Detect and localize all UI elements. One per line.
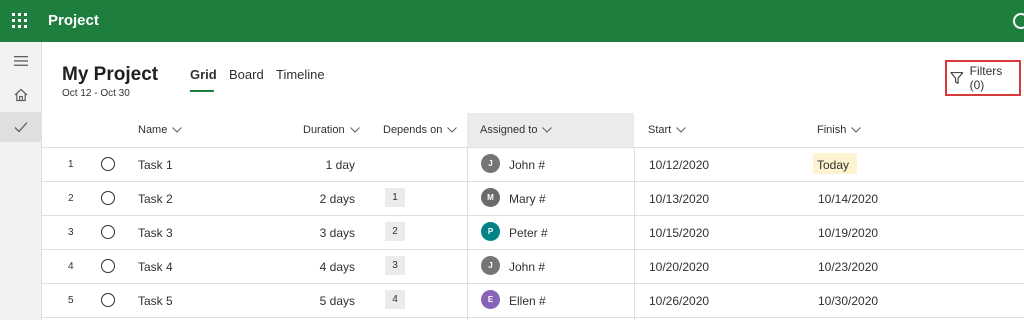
- home-nav-button[interactable]: [0, 80, 41, 110]
- assignee-name[interactable]: Peter #: [509, 226, 548, 240]
- row-divider: [42, 317, 1024, 318]
- app-launcher-icon[interactable]: [12, 13, 28, 29]
- dependency-badge[interactable]: 2: [385, 222, 405, 241]
- task-grid: Name Duration Depends on Assigned to Sta…: [42, 113, 1024, 320]
- chevron-down-icon: [447, 127, 458, 133]
- project-title: My Project: [62, 64, 159, 85]
- start-date[interactable]: 10/20/2020: [649, 260, 709, 274]
- task-duration[interactable]: 5 days: [320, 294, 355, 308]
- start-date[interactable]: 10/26/2020: [649, 294, 709, 308]
- chevron-down-icon: [349, 127, 360, 133]
- start-date[interactable]: 10/15/2020: [649, 226, 709, 240]
- complete-task-radio[interactable]: [101, 191, 115, 205]
- row-number: 3: [68, 227, 74, 238]
- avatar: J: [481, 154, 500, 173]
- chevron-down-icon: [676, 127, 687, 133]
- task-name[interactable]: Task 1: [138, 158, 173, 172]
- column-header-duration-label: Duration: [303, 124, 345, 136]
- row-number: 2: [68, 193, 74, 204]
- column-header-assigned-to-label: Assigned to: [480, 124, 538, 136]
- chevron-down-icon: [851, 127, 862, 133]
- complete-task-radio[interactable]: [101, 157, 115, 171]
- task-duration[interactable]: 1 day: [326, 158, 355, 172]
- task-duration[interactable]: 4 days: [320, 260, 355, 274]
- table-row[interactable]: 5 Task 5 5 days 4 E Ellen # 10/26/2020 1…: [42, 283, 1024, 317]
- checkmark-icon: [14, 122, 27, 133]
- column-header-finish[interactable]: Finish: [817, 124, 862, 136]
- avatar: P: [481, 222, 500, 241]
- my-tasks-nav-button[interactable]: [0, 112, 41, 142]
- filters-label: Filters (0): [969, 64, 1003, 92]
- app-title[interactable]: Project: [48, 12, 99, 29]
- column-header-name-label: Name: [138, 124, 168, 136]
- app-header-bar: Project: [0, 0, 1024, 42]
- table-row[interactable]: 3 Task 3 3 days 2 P Peter # 10/15/2020 1…: [42, 215, 1024, 249]
- column-header-start[interactable]: Start: [648, 124, 687, 136]
- finish-date[interactable]: Today: [817, 158, 849, 172]
- start-date[interactable]: 10/13/2020: [649, 192, 709, 206]
- project-dates: Oct 12 - Oct 30: [62, 88, 130, 99]
- task-duration[interactable]: 3 days: [320, 226, 355, 240]
- start-date[interactable]: 10/12/2020: [649, 158, 709, 172]
- task-name[interactable]: Task 3: [138, 226, 173, 240]
- finish-date[interactable]: 10/23/2020: [818, 260, 878, 274]
- filter-funnel-icon: [950, 72, 964, 84]
- complete-task-radio[interactable]: [101, 225, 115, 239]
- row-number: 4: [68, 261, 74, 272]
- complete-task-radio[interactable]: [101, 293, 115, 307]
- dependency-badge[interactable]: 1: [385, 188, 405, 207]
- avatar: E: [481, 290, 500, 309]
- column-header-start-label: Start: [648, 124, 672, 136]
- column-header-depends-on-label: Depends on: [383, 124, 443, 136]
- row-number: 5: [68, 295, 74, 306]
- complete-task-radio[interactable]: [101, 259, 115, 273]
- table-row[interactable]: 4 Task 4 4 days 3 J John # 10/20/2020 10…: [42, 249, 1024, 283]
- row-number: 1: [68, 159, 74, 170]
- column-header-assigned-to[interactable]: Assigned to: [480, 124, 553, 136]
- tab-board[interactable]: Board: [229, 67, 264, 82]
- assignee-name[interactable]: Ellen #: [509, 294, 546, 308]
- dependency-badge[interactable]: 3: [385, 256, 405, 275]
- dependency-badge[interactable]: 4: [385, 290, 405, 309]
- finish-date[interactable]: 10/30/2020: [818, 294, 878, 308]
- table-row[interactable]: 2 Task 2 2 days 1 M Mary # 10/13/2020 10…: [42, 181, 1024, 215]
- assignee-name[interactable]: Mary #: [509, 192, 546, 206]
- tab-grid[interactable]: Grid: [190, 67, 217, 82]
- task-duration[interactable]: 2 days: [320, 192, 355, 206]
- table-row[interactable]: 1 Task 1 1 day J John # 10/12/2020 Today: [42, 147, 1024, 181]
- chevron-down-icon: [172, 127, 183, 133]
- filters-button[interactable]: Filters (0): [945, 60, 1021, 96]
- finish-date[interactable]: 10/14/2020: [818, 192, 878, 206]
- assignee-name[interactable]: John #: [509, 158, 545, 172]
- left-nav-rail: [0, 42, 42, 320]
- column-header-finish-label: Finish: [817, 124, 847, 136]
- column-header-duration[interactable]: Duration: [303, 124, 360, 136]
- tab-timeline[interactable]: Timeline: [276, 67, 325, 82]
- assignee-name[interactable]: John #: [509, 260, 545, 274]
- task-name[interactable]: Task 2: [138, 192, 173, 206]
- column-header-depends-on[interactable]: Depends on: [383, 124, 458, 136]
- task-name[interactable]: Task 4: [138, 260, 173, 274]
- hamburger-menu-icon: [13, 56, 28, 66]
- active-tab-indicator: [190, 90, 214, 92]
- column-header-name[interactable]: Name: [138, 124, 183, 136]
- feedback-smiley-icon[interactable]: [1013, 13, 1024, 29]
- hamburger-menu-button[interactable]: [0, 46, 41, 76]
- home-icon: [14, 88, 27, 102]
- avatar: M: [481, 188, 500, 207]
- task-name[interactable]: Task 5: [138, 294, 173, 308]
- avatar: J: [481, 256, 500, 275]
- chevron-down-icon: [542, 127, 553, 133]
- finish-date[interactable]: 10/19/2020: [818, 226, 878, 240]
